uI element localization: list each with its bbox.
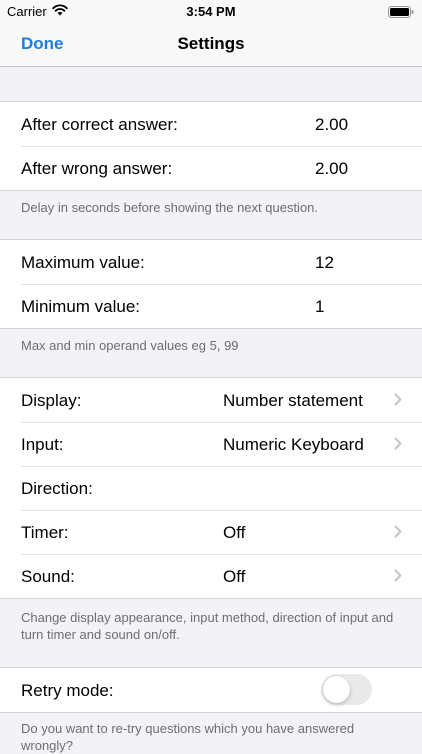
after-wrong-answer-value[interactable]: 2.00 (315, 159, 348, 179)
minimum-value-value[interactable]: 1 (315, 297, 324, 317)
timer-row[interactable]: Timer: Off (0, 510, 422, 554)
retry-mode-label: Retry mode: (21, 681, 114, 700)
after-correct-answer-label: After correct answer: (21, 115, 178, 134)
input-value: Numeric Keyboard (223, 435, 364, 454)
minimum-value-label: Minimum value: (21, 297, 141, 316)
chevron-right-icon (394, 525, 402, 543)
sound-row[interactable]: Sound: Off (0, 554, 422, 598)
maximum-value-value[interactable]: 12 (315, 253, 334, 273)
after-correct-answer-row[interactable]: After correct answer: 2.00 (0, 102, 422, 146)
after-wrong-answer-label: After wrong answer: (21, 159, 173, 178)
delay-footer-text: Delay in seconds before showing the next… (21, 200, 319, 215)
display-label: Display: (21, 391, 82, 410)
display-row[interactable]: Display: Number statement (0, 378, 422, 422)
retry-settings-group: Retry mode: (0, 667, 422, 713)
retry-mode-toggle[interactable] (321, 674, 372, 705)
retry-footer-text: Do you want to re-try questions which yo… (21, 721, 355, 753)
minimum-value-row[interactable]: Minimum value: 1 (0, 284, 422, 328)
timer-value: Off (223, 523, 246, 542)
range-footer-text: Max and min operand values eg 5, 99 (21, 338, 239, 353)
timer-label: Timer: (21, 523, 69, 542)
clock: 3:54 PM (186, 4, 236, 19)
chevron-right-icon (394, 393, 402, 411)
after-wrong-answer-row[interactable]: After wrong answer: 2.00 (0, 146, 422, 190)
battery-icon (388, 5, 414, 23)
display-value: Number statement (223, 391, 363, 410)
navigation-bar: Done Settings (0, 22, 422, 67)
after-correct-answer-value[interactable]: 2.00 (315, 115, 348, 135)
chevron-right-icon (394, 437, 402, 455)
retry-mode-row: Retry mode: (0, 668, 422, 712)
status-bar: Carrier 3:54 PM (0, 0, 422, 22)
sound-label: Sound: (21, 567, 75, 586)
maximum-value-row[interactable]: Maximum value: 12 (0, 240, 422, 284)
delay-settings-group: After correct answer: 2.00 After wrong a… (0, 101, 422, 191)
display-footer-text: Change display appearance, input method,… (21, 610, 394, 642)
sound-value: Off (223, 567, 246, 586)
toggle-knob (323, 676, 350, 703)
display-settings-group: Display: Number statement Input: Numeric… (0, 377, 422, 599)
direction-label: Direction: (21, 479, 93, 498)
input-row[interactable]: Input: Numeric Keyboard (0, 422, 422, 466)
chevron-right-icon (394, 569, 402, 587)
direction-row[interactable]: Direction: (0, 466, 422, 510)
maximum-value-label: Maximum value: (21, 253, 145, 272)
range-settings-group: Maximum value: 12 Minimum value: 1 (0, 239, 422, 329)
input-label: Input: (21, 435, 64, 454)
page-title: Settings (177, 34, 245, 53)
